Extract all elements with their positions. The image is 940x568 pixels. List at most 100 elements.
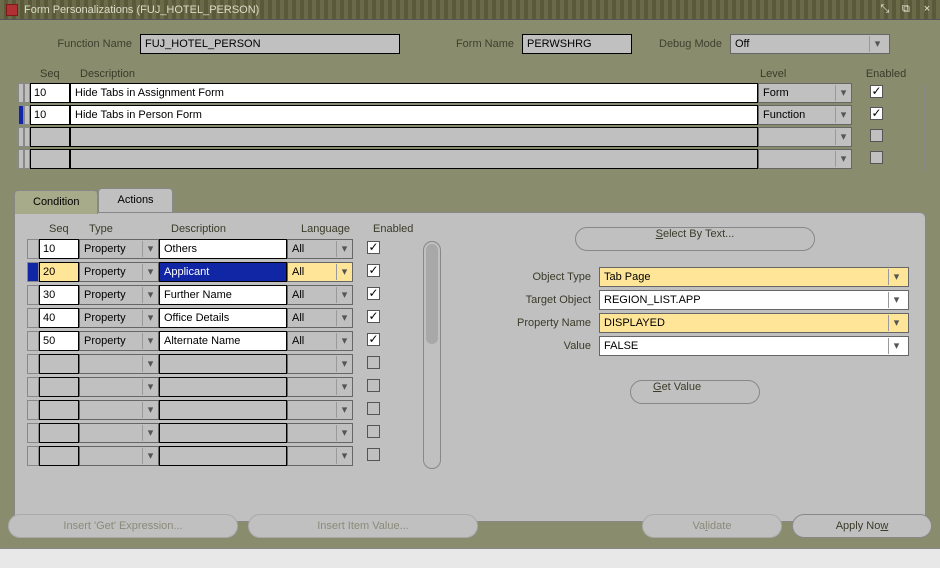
row-handle[interactable] [27,308,39,328]
action-seq[interactable] [39,377,79,397]
action-description[interactable]: Alternate Name [159,331,287,351]
action-enabled-checkbox[interactable] [367,356,380,369]
rule-row[interactable]: ▾ [18,126,916,148]
rule-enabled-checkbox[interactable] [870,107,883,120]
rule-seq[interactable] [30,149,70,169]
action-description[interactable]: Further Name [159,285,287,305]
tab-actions[interactable]: Actions [98,188,172,212]
action-enabled-checkbox[interactable] [367,241,380,254]
action-language-select[interactable]: ▾ [287,423,353,443]
action-seq[interactable] [39,400,79,420]
action-language-select[interactable]: All▾ [287,262,353,282]
value-select[interactable]: FALSE ▾ [599,336,909,356]
row-handle[interactable] [27,285,39,305]
action-seq[interactable]: 40 [39,308,79,328]
target-object-select[interactable]: REGION_LIST.APP ▾ [599,290,909,310]
action-type-select[interactable]: Property▾ [79,239,159,259]
action-description[interactable] [159,423,287,443]
action-row[interactable]: 50Property▾Alternate NameAll▾ [27,329,417,352]
action-type-select[interactable]: Property▾ [79,285,159,305]
action-description[interactable]: Applicant [159,262,287,282]
action-type-select[interactable]: ▾ [79,377,159,397]
action-description[interactable] [159,377,287,397]
minimize-icon[interactable]: ⤡ [878,3,892,16]
property-name-select[interactable]: DISPLAYED ▾ [599,313,909,333]
action-enabled-checkbox[interactable] [367,287,380,300]
select-by-text-button[interactable]: Select By Text... [575,227,815,251]
rule-level-select[interactable]: ▾ [758,149,852,169]
rule-level-select[interactable]: Form▾ [758,83,852,103]
rule-description[interactable] [70,127,758,147]
action-row[interactable]: ▾▾ [27,398,417,421]
get-value-button[interactable]: Get Value [630,380,760,404]
rule-enabled-checkbox[interactable] [870,151,883,164]
action-enabled-checkbox[interactable] [367,402,380,415]
debug-mode-select[interactable]: Off ▾ [730,34,890,54]
insert-get-expression-button[interactable]: Insert 'Get' Expression... [8,514,238,538]
action-type-select[interactable]: Property▾ [79,308,159,328]
rule-seq[interactable]: 10 [30,105,70,125]
action-type-select[interactable]: Property▾ [79,262,159,282]
action-language-select[interactable]: All▾ [287,331,353,351]
close-icon[interactable]: × [920,3,934,15]
action-seq[interactable]: 50 [39,331,79,351]
rule-row[interactable]: ▾ [18,148,916,170]
tab-condition[interactable]: Condition [14,190,98,214]
object-type-select[interactable]: Tab Page ▾ [599,267,909,287]
action-type-select[interactable]: ▾ [79,423,159,443]
action-row[interactable]: ▾▾ [27,421,417,444]
action-row[interactable]: ▾▾ [27,444,417,467]
action-row[interactable]: 30Property▾Further NameAll▾ [27,283,417,306]
action-type-select[interactable]: ▾ [79,446,159,466]
validate-button[interactable]: Validate [642,514,782,538]
action-row[interactable]: ▾▾ [27,352,417,375]
rule-seq[interactable]: 10 [30,83,70,103]
action-seq[interactable] [39,446,79,466]
action-language-select[interactable]: All▾ [287,239,353,259]
action-seq[interactable]: 30 [39,285,79,305]
row-handle[interactable] [27,331,39,351]
restore-icon[interactable]: ⧉ [899,3,913,16]
action-row[interactable]: 40Property▾Office DetailsAll▾ [27,306,417,329]
rules-scrollbar[interactable] [924,86,926,172]
row-handle[interactable] [27,423,39,443]
function-name-input[interactable]: FUJ_HOTEL_PERSON [140,34,400,54]
action-description[interactable] [159,354,287,374]
rule-description[interactable] [70,149,758,169]
action-type-select[interactable]: Property▾ [79,331,159,351]
action-language-select[interactable]: All▾ [287,285,353,305]
action-enabled-checkbox[interactable] [367,379,380,392]
row-handle[interactable] [27,239,39,259]
action-row[interactable]: 20Property▾ApplicantAll▾ [27,260,417,283]
action-language-select[interactable]: All▾ [287,308,353,328]
action-description[interactable] [159,400,287,420]
form-name-input[interactable]: PERWSHRG [522,34,632,54]
rule-row[interactable]: 10Hide Tabs in Assignment FormForm▾ [18,82,916,104]
rule-description[interactable]: Hide Tabs in Assignment Form [70,83,758,103]
action-type-select[interactable]: ▾ [79,400,159,420]
row-handle[interactable] [27,354,39,374]
action-row[interactable]: 10Property▾OthersAll▾ [27,237,417,260]
action-enabled-checkbox[interactable] [367,264,380,277]
rule-seq[interactable] [30,127,70,147]
action-type-select[interactable]: ▾ [79,354,159,374]
rule-row[interactable]: 10Hide Tabs in Person FormFunction▾ [18,104,916,126]
rule-enabled-checkbox[interactable] [870,85,883,98]
action-enabled-checkbox[interactable] [367,448,380,461]
action-description[interactable] [159,446,287,466]
row-handle[interactable] [27,446,39,466]
action-description[interactable]: Others [159,239,287,259]
apply-now-button[interactable]: Apply Now [792,514,932,538]
action-description[interactable]: Office Details [159,308,287,328]
action-seq[interactable] [39,354,79,374]
action-language-select[interactable]: ▾ [287,446,353,466]
action-language-select[interactable]: ▾ [287,354,353,374]
rule-description[interactable]: Hide Tabs in Person Form [70,105,758,125]
action-seq[interactable] [39,423,79,443]
action-enabled-checkbox[interactable] [367,310,380,323]
rule-level-select[interactable]: ▾ [758,127,852,147]
row-handle[interactable] [27,400,39,420]
row-handle[interactable] [27,377,39,397]
action-language-select[interactable]: ▾ [287,400,353,420]
action-enabled-checkbox[interactable] [367,333,380,346]
